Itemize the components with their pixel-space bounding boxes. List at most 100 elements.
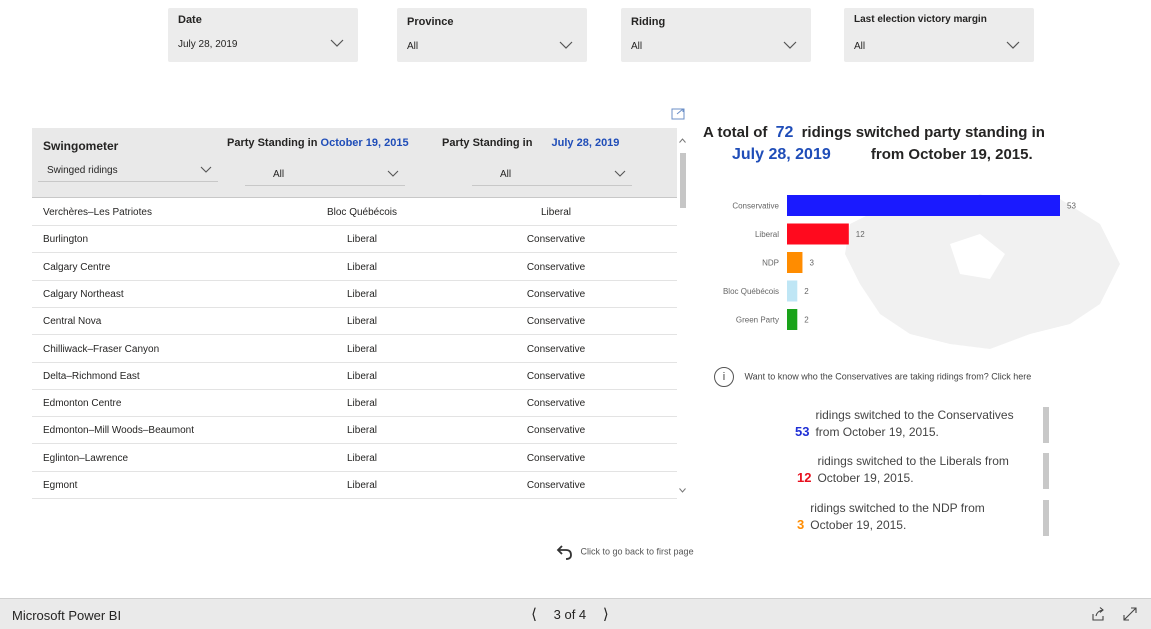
table-row[interactable]: Edmonton–Mill Woods–Beaumont Liberal Conse… bbox=[32, 417, 677, 445]
table-row[interactable]: Delta–Richmond East Liberal Conservative bbox=[32, 363, 677, 390]
party-2019: Conservative bbox=[526, 234, 586, 246]
slicer-title: Date bbox=[178, 14, 202, 26]
summary-conservative: 53ridings switched to the Conservatives … bbox=[787, 407, 1049, 443]
party-2015: Liberal bbox=[346, 370, 378, 382]
table-scrollbar[interactable] bbox=[677, 128, 688, 506]
page-indicator: 3 of 4 bbox=[553, 607, 587, 622]
table-row[interactable]: Calgary Northeast Liberal Conservative bbox=[32, 281, 677, 308]
chevron-down-icon bbox=[614, 170, 626, 177]
swing-filter-value: Swinged ridings bbox=[47, 165, 118, 176]
table-row[interactable]: Fleetwood–Port KellsLiberalConservative bbox=[32, 499, 677, 506]
bar-ndp[interactable] bbox=[787, 252, 803, 273]
bar-category-label: Liberal bbox=[755, 230, 779, 239]
slicer-title: Last election victory margin bbox=[854, 14, 987, 25]
party-2019: Conservative bbox=[526, 480, 586, 491]
slicer-riding[interactable]: Riding All bbox=[621, 8, 811, 62]
party-2015: Liberal bbox=[346, 398, 378, 410]
col3-filter-dropdown[interactable]: All bbox=[472, 162, 632, 186]
table-row[interactable]: Calgary Centre Liberal Conservative bbox=[32, 254, 677, 281]
riding-name: Chilliwack–Fraser Canyon bbox=[43, 343, 160, 355]
slicer-victory-margin[interactable]: Last election victory margin All bbox=[844, 8, 1034, 62]
headline-date: July 28, 2019 bbox=[732, 146, 831, 163]
riding-name: Edmonton Centre bbox=[43, 398, 122, 410]
riding-name: Central Nova bbox=[43, 316, 102, 328]
chevron-down-icon[interactable] bbox=[330, 38, 344, 48]
party-2019: Conservative bbox=[526, 261, 586, 273]
party-2015: Liberal bbox=[346, 316, 378, 328]
slicer-province[interactable]: Province All bbox=[397, 8, 587, 62]
party-2019: Liberal bbox=[540, 207, 572, 218]
party-2015: Liberal bbox=[346, 452, 378, 464]
swingometer-header: Swingometer bbox=[43, 139, 119, 153]
slicer-title: Province bbox=[407, 16, 454, 28]
bar-category-label: Green Party bbox=[736, 316, 779, 325]
riding-name: Calgary Centre bbox=[43, 261, 111, 273]
party-2015: Liberal bbox=[346, 261, 378, 273]
riding-name: Burlington bbox=[43, 234, 89, 246]
party-2015: Bloc Québécois bbox=[326, 207, 398, 218]
brand-label: Microsoft Power BI bbox=[12, 608, 122, 623]
swing-filter-dropdown[interactable]: Swinged ridings bbox=[38, 158, 218, 182]
headline: A total of 72 ridings switched party sta… bbox=[703, 124, 1045, 163]
table-header: Swingometer Swinged ridings Party Standi… bbox=[32, 128, 677, 198]
bar-green-party[interactable] bbox=[787, 309, 798, 330]
table-row[interactable]: Burlington Liberal Conservative bbox=[32, 226, 677, 254]
table-row[interactable]: Egmont Liberal Conservative bbox=[32, 472, 677, 499]
prev-page-icon[interactable]: ⟨ bbox=[524, 605, 544, 623]
party-2015: Liberal bbox=[346, 288, 378, 300]
party-2019: Conservative bbox=[526, 425, 586, 437]
table-row[interactable]: Edmonton Centre Liberal Conservative bbox=[32, 390, 677, 418]
riding-name: Eglinton–Lawrence bbox=[43, 452, 129, 464]
slicer-value: All bbox=[854, 41, 866, 52]
next-page-icon[interactable]: ⟩ bbox=[596, 605, 616, 623]
chevron-down-icon bbox=[387, 170, 399, 177]
conservative-info-link[interactable]: i Want to know who the Conservatives are… bbox=[714, 367, 1031, 387]
bar-value-label: 3 bbox=[809, 259, 814, 268]
footer-bar: Microsoft Power BI ⟨ 3 of 4 ⟩ bbox=[0, 598, 1151, 629]
bar-value-label: 12 bbox=[856, 230, 865, 239]
bar-liberal[interactable] bbox=[787, 223, 849, 245]
riding-name: Calgary Northeast bbox=[43, 288, 124, 300]
expand-icon[interactable] bbox=[1122, 606, 1138, 622]
col2-filter-dropdown[interactable]: All bbox=[245, 162, 405, 186]
col-header-2019: Party Standing in July 28, 2019 bbox=[442, 137, 620, 149]
table-row[interactable]: Central Nova Liberal Conservative bbox=[32, 308, 677, 336]
scroll-thumb[interactable] bbox=[680, 153, 686, 208]
party-2019: Conservative bbox=[526, 452, 586, 464]
back-arrow-icon bbox=[556, 545, 572, 560]
bar-conservative[interactable] bbox=[787, 195, 1060, 216]
scroll-down-icon[interactable] bbox=[679, 488, 686, 493]
summary-liberal: 12ridings switched to the Liberals from … bbox=[787, 453, 1049, 489]
party-2019: Conservative bbox=[526, 370, 586, 382]
info-icon: i bbox=[714, 367, 734, 387]
scroll-up-icon[interactable] bbox=[679, 138, 686, 143]
riding-name: Egmont bbox=[43, 480, 78, 491]
back-to-first-page-link[interactable]: Click to go back to first page bbox=[556, 544, 694, 560]
party-2015: Liberal bbox=[346, 425, 378, 437]
party-2015: Liberal bbox=[346, 480, 378, 491]
col-header-2015: Party Standing in October 19, 2015 bbox=[227, 137, 409, 149]
summary-ndp: 3ridings switched to the NDP from Octobe… bbox=[787, 500, 1049, 536]
riding-name: Verchères–Les Patriotes bbox=[43, 207, 152, 218]
bar-category-label: Bloc Québécois bbox=[723, 287, 779, 296]
chevron-down-icon[interactable] bbox=[783, 40, 797, 50]
slicer-value: July 28, 2019 bbox=[178, 39, 238, 50]
party-2019: Conservative bbox=[526, 316, 586, 328]
bar-value-label: 53 bbox=[1067, 202, 1076, 211]
party-2019: Conservative bbox=[526, 343, 586, 355]
bar-value-label: 2 bbox=[804, 287, 809, 296]
chevron-down-icon[interactable] bbox=[1006, 40, 1020, 50]
share-icon[interactable] bbox=[1090, 606, 1106, 622]
bar-category-label: NDP bbox=[762, 259, 779, 268]
table-row[interactable]: Eglinton–Lawrence Liberal Conservative bbox=[32, 445, 677, 472]
focus-mode-icon[interactable] bbox=[671, 108, 685, 120]
party-2019: Conservative bbox=[526, 288, 586, 300]
total-count: 72 bbox=[775, 124, 794, 141]
chevron-down-icon[interactable] bbox=[559, 40, 573, 50]
table-row[interactable]: Chilliwack–Fraser Canyon Liberal Conservat… bbox=[32, 336, 677, 363]
table-row[interactable]: Verchères–Les Patriotes Bloc Québécois Lib… bbox=[32, 199, 677, 226]
slicer-date[interactable]: Date July 28, 2019 bbox=[168, 8, 358, 62]
party-2015: Liberal bbox=[346, 234, 378, 246]
bar-bloc-qu-b-cois[interactable] bbox=[787, 280, 798, 302]
riding-name: Edmonton–Mill Woods–Beaumont bbox=[43, 425, 195, 437]
